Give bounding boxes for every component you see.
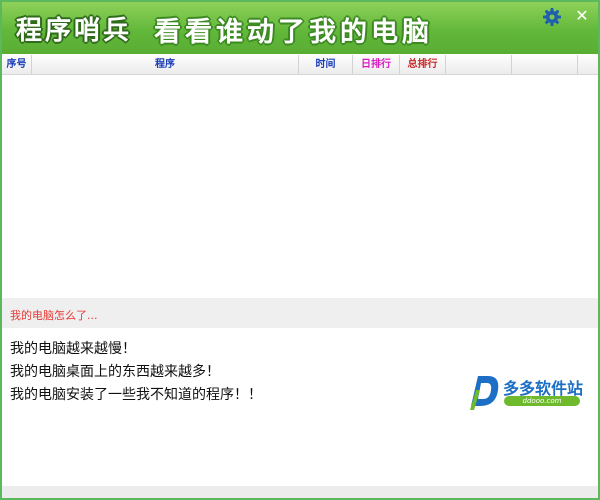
info-line: 我的电脑安装了一些我不知道的程序！！ xyxy=(10,387,262,403)
ddooo-logo-icon: D xyxy=(468,372,499,410)
app-title: 程序哨兵 xyxy=(16,16,133,46)
column-header-daily-rank[interactable]: 日排行 xyxy=(353,55,400,74)
info-section-header: 我的电脑怎么了... xyxy=(2,298,598,328)
title-bar[interactable]: 程序哨兵 看看谁动了我的电脑 ✕ xyxy=(2,2,598,54)
column-header-index[interactable]: 序号 xyxy=(2,55,32,74)
site-url: ddooo.com xyxy=(504,396,580,406)
table-header: 序号 程序 时间 日排行 总排行 xyxy=(2,55,598,75)
info-line: 我的电脑桌面上的东西越来越多！ xyxy=(10,364,220,380)
column-header-program[interactable]: 程序 xyxy=(32,55,299,74)
app-slogan: 看看谁动了我的电脑 xyxy=(154,17,433,48)
close-button[interactable]: ✕ xyxy=(572,6,592,26)
program-list[interactable] xyxy=(2,75,598,298)
main-window: 程序哨兵 看看谁动了我的电脑 ✕ 序号 程序 时间 日排行 总排行 我的电脑怎么… xyxy=(2,2,598,498)
logo-letter: D xyxy=(468,372,469,373)
column-header-empty xyxy=(446,55,512,74)
column-header-time[interactable]: 时间 xyxy=(299,55,353,74)
site-watermark: D 多多软件站 ddooo.com xyxy=(468,372,584,412)
settings-button[interactable] xyxy=(542,7,562,27)
gear-icon xyxy=(543,8,561,26)
column-header-total-rank[interactable]: 总排行 xyxy=(400,55,446,74)
info-section-title: 我的电脑怎么了... xyxy=(10,309,98,322)
info-line: 我的电脑越来越慢！ xyxy=(10,341,136,357)
column-header-empty xyxy=(512,55,578,74)
close-icon: ✕ xyxy=(575,6,589,25)
status-bar xyxy=(2,486,598,498)
